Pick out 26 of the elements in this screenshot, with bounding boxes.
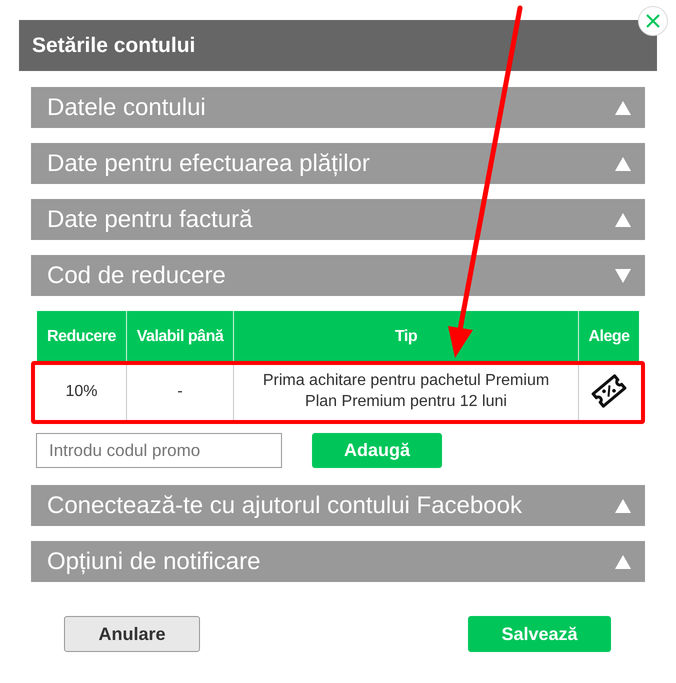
section-header[interactable]: Cod de reducere (31, 255, 645, 296)
section-header[interactable]: Opțiuni de notificare (31, 541, 645, 582)
triangle-up-icon (615, 156, 631, 170)
triangle-up-icon (615, 212, 631, 226)
section-header[interactable]: Conectează-te cu ajutorul contului Facebook (31, 485, 645, 526)
column-header: Tip (234, 311, 579, 362)
section-header[interactable]: Datele contului (31, 87, 645, 128)
triangle-up-icon (615, 100, 631, 114)
section-header[interactable]: Date pentru factură (31, 199, 645, 240)
save-button[interactable]: Salvează (468, 616, 611, 652)
close-button[interactable] (638, 6, 668, 36)
column-header: Alege (579, 311, 639, 362)
table-cell: 10% (37, 362, 127, 420)
close-icon (646, 14, 660, 28)
triangle-up-icon (615, 498, 631, 512)
column-header: Valabil până (127, 311, 234, 362)
table-cell: Prima achitare pentru pachetul Premium Plan Premium pentru 12 luni (234, 362, 579, 420)
triangle-up-icon (615, 554, 631, 568)
dialog-title: Setările contului (32, 32, 196, 59)
section-header[interactable]: Date pentru efectuarea plăților (31, 143, 645, 184)
table-cell: - (127, 362, 234, 420)
add-button[interactable]: Adaugă (312, 433, 442, 468)
column-header: Reducere (37, 311, 127, 362)
triangle-down-icon (615, 268, 631, 282)
promo-code-field[interactable]: Introdu codul promo (36, 433, 282, 468)
cancel-button[interactable]: Anulare (64, 616, 200, 652)
